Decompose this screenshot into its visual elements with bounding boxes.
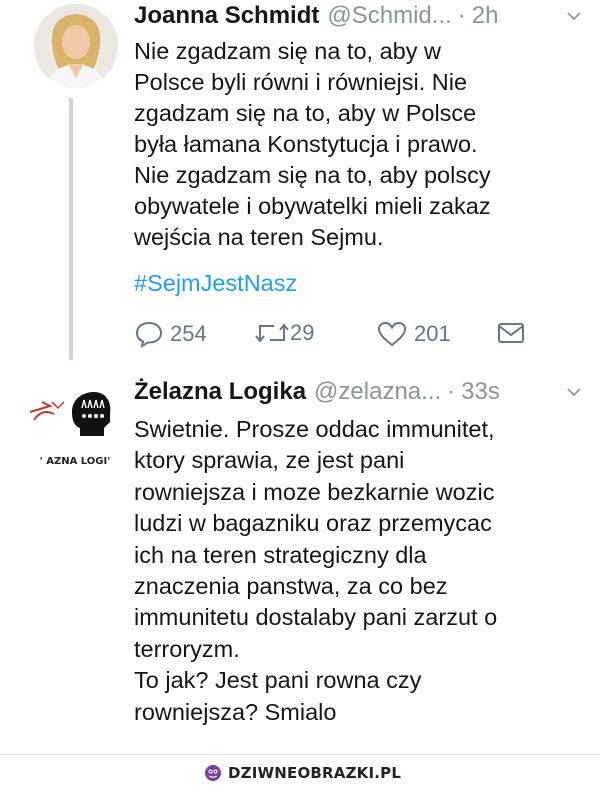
avatar-caption: ' AZNA LOGI' [39, 456, 111, 467]
tweet-text: Swietnie. Prosze oddac immunitet, ktory … [134, 416, 498, 725]
author-handle[interactable]: @zelazna... [314, 378, 441, 406]
separator-dot: · [447, 378, 456, 405]
watermark-text: DZIWNEOBRAZKI.PL [228, 764, 402, 782]
timestamp[interactable]: 33s [461, 378, 500, 406]
tweet-header: Żelazna Logika @zelazna... · 33s [134, 378, 582, 406]
chevron-down-icon[interactable] [566, 384, 582, 400]
tweet-2[interactable]: ' AZNA LOGI' Żelazna Logika @zelazna... … [0, 0, 600, 750]
watermark[interactable]: DZIWNEOBRAZKI.PL [204, 764, 401, 782]
watermark-bar: DZIWNEOBRAZKI.PL [0, 755, 600, 792]
brand-logo-icon [205, 765, 221, 781]
author-name[interactable]: Żelazna Logika [134, 378, 306, 406]
